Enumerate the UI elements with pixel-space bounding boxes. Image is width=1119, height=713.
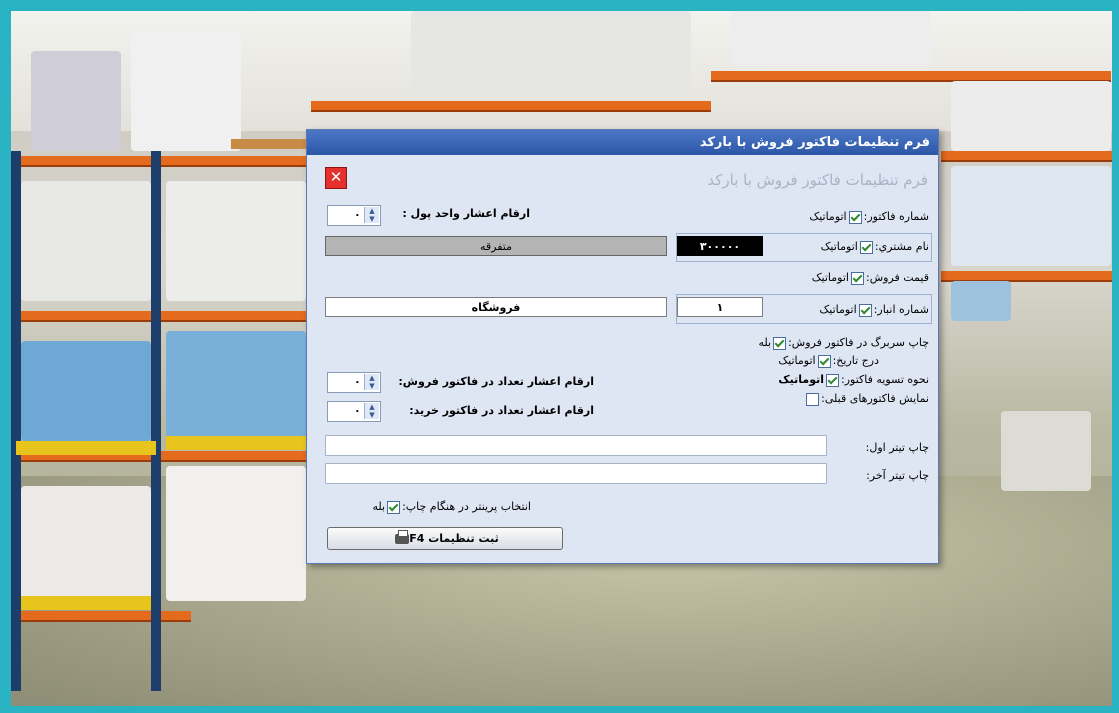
printer-select-checkbox[interactable]	[387, 500, 401, 514]
warehouse-number-row: شماره انبار: اتوماتیک	[819, 303, 929, 317]
sale-qty-decimals-value: ٠	[354, 375, 361, 388]
currency-decimals-label: ارقام اعشار واحد پول :	[402, 207, 530, 220]
purchase-qty-decimals-spinner[interactable]: ٠ ▲ ▼	[327, 401, 381, 422]
goods	[411, 11, 691, 96]
pallet	[21, 596, 151, 610]
shelf-beam	[11, 311, 311, 320]
printer-icon	[395, 530, 410, 544]
warehouse-code-field[interactable]: ١	[677, 297, 763, 317]
spin-up-icon[interactable]: ▲	[365, 374, 379, 382]
goods	[1001, 411, 1091, 491]
first-title-label: چاپ تیتر اول:	[865, 441, 929, 454]
settlement-label: نحوه تسویه فاکتور:	[841, 373, 929, 386]
goods	[951, 281, 1011, 321]
goods	[31, 51, 121, 151]
goods	[131, 31, 241, 151]
goods	[21, 341, 151, 441]
goods	[951, 166, 1111, 266]
print-header-option: بله	[758, 336, 772, 349]
customer-name-label: نام مشتري:	[874, 240, 929, 253]
dialog-title: فرم تنظیمات فاکتور فروش با بارکد	[307, 130, 938, 155]
sale-price-checkbox[interactable]	[850, 271, 864, 285]
show-previous-checkbox[interactable]	[806, 392, 820, 406]
insert-date-label: درج تاریخ:	[832, 354, 879, 367]
warehouse-name-field[interactable]: فروشگاه	[325, 297, 667, 317]
first-title-input[interactable]	[325, 435, 827, 456]
insert-date-row: درج تاریخ: اتوماتیک	[778, 354, 879, 368]
shelf-beam	[311, 101, 711, 110]
currency-decimals-spinner[interactable]: ٠ ▲ ▼	[327, 205, 381, 226]
shelf-beam	[711, 71, 1111, 80]
goods	[951, 81, 1111, 151]
printer-select-option: بله	[372, 500, 386, 513]
sale-price-option: اتوماتیک	[811, 271, 849, 284]
purchase-qty-decimals-value: ٠	[354, 404, 361, 417]
printer-select-label: انتخاب پرینتر در هنگام چاپ:	[402, 500, 531, 513]
last-title-label: چاپ تیتر آخر:	[866, 469, 929, 482]
goods	[21, 486, 151, 601]
invoice-number-checkbox[interactable]	[848, 210, 862, 224]
pallet	[166, 436, 311, 450]
warehouse-number-checkbox[interactable]	[858, 303, 872, 317]
spin-down-icon[interactable]: ▼	[365, 382, 379, 390]
purchase-qty-decimals-label: ارقام اعشار تعداد در فاکتور خرید:	[409, 404, 594, 417]
sale-qty-decimals-label: ارقام اعشار تعداد در فاکتور فروش:	[398, 375, 594, 388]
print-header-checkbox[interactable]	[773, 336, 787, 350]
save-settings-button[interactable]: ثبت تنظیمات F4	[327, 527, 563, 550]
warehouse-number-label: شماره انبار:	[873, 303, 929, 316]
close-icon[interactable]: ✕	[325, 167, 347, 189]
shelf-beam	[941, 271, 1112, 280]
settlement-checkbox[interactable]	[826, 373, 840, 387]
spin-down-icon[interactable]: ▼	[365, 411, 379, 419]
goods	[21, 181, 151, 301]
shelf-beam	[11, 611, 191, 620]
spin-up-icon[interactable]: ▲	[365, 403, 379, 411]
currency-decimals-value: ٠	[354, 208, 361, 221]
spin-down-icon[interactable]: ▼	[365, 215, 379, 223]
show-previous-row: نمایش فاکتورهای قبلی:	[804, 392, 929, 406]
pallet	[16, 441, 156, 455]
customer-code-field[interactable]: ٣٠٠٠٠٠	[677, 236, 763, 256]
customer-name-row: نام مشتري: اتوماتیک	[821, 240, 929, 254]
customer-name-checkbox[interactable]	[859, 240, 873, 254]
sale-qty-decimals-spinner[interactable]: ٠ ▲ ▼	[327, 372, 381, 393]
customer-name-field[interactable]: متفرقه	[325, 236, 667, 256]
sale-price-row: قیمت فروش: اتوماتیک	[812, 271, 929, 285]
customer-name-option: اتوماتیک	[820, 240, 858, 253]
insert-date-checkbox[interactable]	[817, 354, 831, 368]
goods	[166, 181, 306, 301]
shelf-post	[151, 151, 161, 691]
printer-select-row: انتخاب پرینتر در هنگام چاپ: بله	[372, 500, 531, 514]
shelf-beam	[11, 156, 311, 165]
invoice-settings-dialog: فرم تنظیمات فاکتور فروش با بارکد ✕ فرم ت…	[306, 129, 939, 564]
settlement-option: اتوماتیک	[778, 373, 825, 386]
warehouse-number-option: اتوماتیک	[819, 303, 857, 316]
shelf-beam	[941, 151, 1112, 160]
spin-up-icon[interactable]: ▲	[365, 207, 379, 215]
invoice-number-label: شماره فاکتور:	[863, 210, 929, 223]
print-header-label: چاپ سربرگ در فاکتور فروش:	[788, 336, 929, 349]
goods	[731, 11, 931, 66]
save-settings-label: ثبت تنظیمات F4	[409, 532, 499, 545]
invoice-number-option: اتوماتیک	[809, 210, 847, 223]
settlement-row: نحوه تسویه فاکتور: اتوماتیک	[778, 373, 929, 387]
show-previous-label: نمایش فاکتورهای قبلی:	[821, 392, 929, 405]
last-title-input[interactable]	[325, 463, 827, 484]
goods	[166, 331, 306, 441]
dialog-watermark: فرم تنظیمات فاکتور فروش با بارکد	[707, 171, 928, 189]
insert-date-option: اتوماتیک	[778, 354, 816, 367]
invoice-number-row: شماره فاکتور: اتوماتیک	[809, 210, 929, 224]
goods	[166, 466, 306, 601]
shelf-post	[11, 151, 21, 691]
print-header-row: چاپ سربرگ در فاکتور فروش: بله	[758, 336, 929, 350]
sale-price-label: قیمت فروش:	[865, 271, 929, 284]
